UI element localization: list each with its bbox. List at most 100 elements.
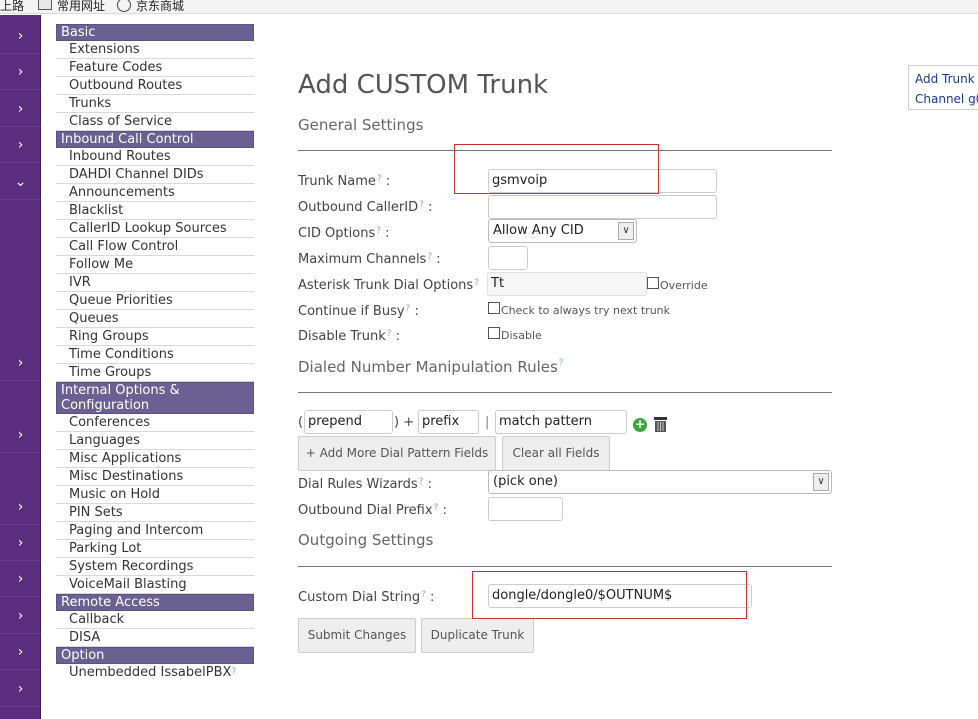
dial-options-input[interactable]: Tt — [487, 272, 647, 296]
chevron-right-icon[interactable]: › — [0, 671, 41, 707]
match-pattern-input[interactable]: match pattern — [495, 410, 627, 434]
menu-item-misc-destinations[interactable]: Misc Destinations — [56, 468, 254, 486]
menu-item-outbound-routes[interactable]: Outbound Routes — [56, 77, 254, 95]
menu-header-remote: Remote Access — [56, 594, 254, 611]
label-text: Asterisk Trunk Dial Options — [298, 278, 474, 293]
menu-item-pin-sets[interactable]: PIN Sets — [56, 504, 254, 522]
label-text: Outbound Dial Prefix — [298, 503, 433, 518]
menu-item-unembedded[interactable]: Unembedded IssabelPBX? — [56, 664, 254, 682]
max-channels-input[interactable] — [488, 246, 528, 270]
chevron-right-icon[interactable]: › — [0, 345, 41, 381]
override-checkbox[interactable] — [647, 277, 659, 289]
cid-options-select[interactable]: Allow Any CID ∨ — [488, 219, 637, 243]
menu-item-paging-intercom[interactable]: Paging and Intercom — [56, 522, 254, 540]
tooltip-box: Add Trunk Channel g0 — [908, 65, 978, 110]
menu-item-queues[interactable]: Queues — [56, 310, 254, 328]
chevron-right-icon[interactable]: › — [0, 18, 41, 54]
dial-wizard-label: Dial Rules Wizards? : — [298, 477, 432, 492]
help-icon[interactable]: ? — [387, 329, 392, 339]
label-text: Maximum Channels — [298, 252, 427, 267]
menu-item-queue-priorities[interactable]: Queue Priorities — [56, 292, 254, 310]
clear-all-fields-button[interactable]: Clear all Fields — [502, 436, 610, 471]
chevron-down-icon: ∨ — [618, 222, 634, 240]
chevron-right-icon[interactable]: › — [0, 634, 41, 670]
help-icon[interactable]: ? — [377, 174, 382, 184]
prepend-input[interactable]: prepend — [304, 410, 393, 434]
menu-item-inbound-routes[interactable]: Inbound Routes — [56, 148, 254, 166]
menu-item-feature-codes[interactable]: Feature Codes — [56, 59, 254, 77]
help-icon[interactable]: ? — [231, 667, 236, 677]
help-icon[interactable]: ? — [419, 200, 424, 210]
outbound-prefix-input[interactable] — [488, 497, 563, 521]
chevron-right-icon[interactable]: › — [0, 127, 41, 163]
duplicate-trunk-button[interactable]: Duplicate Trunk — [421, 618, 534, 653]
bookmark-item[interactable]: 上路 — [0, 0, 24, 13]
chevron-right-icon[interactable]: › — [0, 561, 41, 597]
label-text: CID Options — [298, 226, 376, 241]
label-text: Disable Trunk — [298, 329, 386, 344]
add-icon[interactable]: + — [633, 418, 647, 432]
add-more-dial-pattern-button[interactable]: + Add More Dial Pattern Fields — [298, 436, 496, 471]
menu-item-languages[interactable]: Languages — [56, 432, 254, 450]
left-rail: › › › › ⌄ › › › › › › › › — [0, 15, 41, 719]
menu-item-time-groups[interactable]: Time Groups — [56, 364, 254, 382]
menu-item-trunks[interactable]: Trunks — [56, 95, 254, 113]
help-icon[interactable]: ? — [421, 590, 426, 600]
section-dialed-rules: Dialed Number Manipulation Rules? — [298, 358, 564, 376]
tooltip-line: Add Trunk — [915, 72, 975, 86]
help-icon[interactable]: ? — [376, 226, 381, 236]
submit-changes-button[interactable]: Submit Changes — [298, 618, 416, 653]
menu-item-ivr[interactable]: IVR — [56, 274, 254, 292]
chevron-right-icon[interactable]: › — [0, 417, 41, 453]
menu-item-dahdi-dids[interactable]: DAHDI Channel DIDs — [56, 166, 254, 184]
help-icon[interactable]: ? — [434, 503, 439, 513]
menu-item-blacklist[interactable]: Blacklist — [56, 202, 254, 220]
chevron-right-icon[interactable]: › — [0, 54, 41, 90]
menu-item-callerid-lookup[interactable]: CallerID Lookup Sources — [56, 220, 254, 238]
menu-item-music-on-hold[interactable]: Music on Hold — [56, 486, 254, 504]
menu-item-callback[interactable]: Callback — [56, 611, 254, 629]
menu-item-extensions[interactable]: Extensions — [56, 41, 254, 59]
label-text: Dial Rules Wizards — [298, 477, 418, 492]
chevron-right-icon[interactable]: › — [0, 91, 41, 127]
menu-item-class-of-service[interactable]: Class of Service — [56, 113, 254, 131]
menu-header-option: Option — [56, 647, 254, 664]
bookmark-item[interactable]: 京东商城 — [136, 0, 184, 13]
max-channels-label: Maximum Channels? : — [298, 252, 441, 267]
help-icon[interactable]: ? — [474, 278, 479, 288]
menu-item-ring-groups[interactable]: Ring Groups — [56, 328, 254, 346]
trash-icon[interactable] — [653, 416, 668, 433]
highlight-box — [454, 144, 659, 194]
menu-item-time-conditions[interactable]: Time Conditions — [56, 346, 254, 364]
menu-item-call-flow-control[interactable]: Call Flow Control — [56, 238, 254, 256]
help-icon[interactable]: ? — [559, 358, 564, 368]
chevron-right-icon[interactable]: › — [0, 489, 41, 525]
custom-dial-label: Custom Dial String? : — [298, 590, 435, 605]
select-value: (pick one) — [493, 474, 559, 489]
continue-busy-checkbox[interactable] — [488, 302, 500, 314]
help-icon[interactable]: ? — [427, 252, 432, 262]
menu-item-disa[interactable]: DISA — [56, 629, 254, 647]
bookmarks-bar: 上路 常用网址 京东商城 — [0, 0, 978, 14]
disable-trunk-checkbox[interactable] — [488, 327, 500, 339]
dial-wizard-select[interactable]: (pick one) ∨ — [488, 470, 832, 494]
menu-item-voicemail-blasting[interactable]: VoiceMail Blasting — [56, 576, 254, 594]
menu-item-announcements[interactable]: Announcements — [56, 184, 254, 202]
outbound-callerid-input[interactable] — [488, 195, 717, 219]
chevron-right-icon[interactable]: › — [0, 598, 41, 634]
menu-item-follow-me[interactable]: Follow Me — [56, 256, 254, 274]
chevron-right-icon[interactable]: › — [0, 525, 41, 561]
tooltip-line: Channel g0 — [915, 92, 978, 106]
menu-item-misc-applications[interactable]: Misc Applications — [56, 450, 254, 468]
page-title: Add CUSTOM Trunk — [298, 70, 549, 100]
prefix-input[interactable]: prefix — [418, 410, 479, 434]
paren-plus: ) + — [394, 415, 415, 430]
folder-icon — [38, 0, 52, 10]
menu-item-parking-lot[interactable]: Parking Lot — [56, 540, 254, 558]
help-icon[interactable]: ? — [419, 477, 424, 487]
bookmark-item[interactable]: 常用网址 — [57, 0, 105, 13]
help-icon[interactable]: ? — [406, 304, 411, 314]
menu-item-conferences[interactable]: Conferences — [56, 414, 254, 432]
menu-item-system-recordings[interactable]: System Recordings — [56, 558, 254, 576]
chevron-down-icon[interactable]: ⌄ — [0, 164, 41, 200]
